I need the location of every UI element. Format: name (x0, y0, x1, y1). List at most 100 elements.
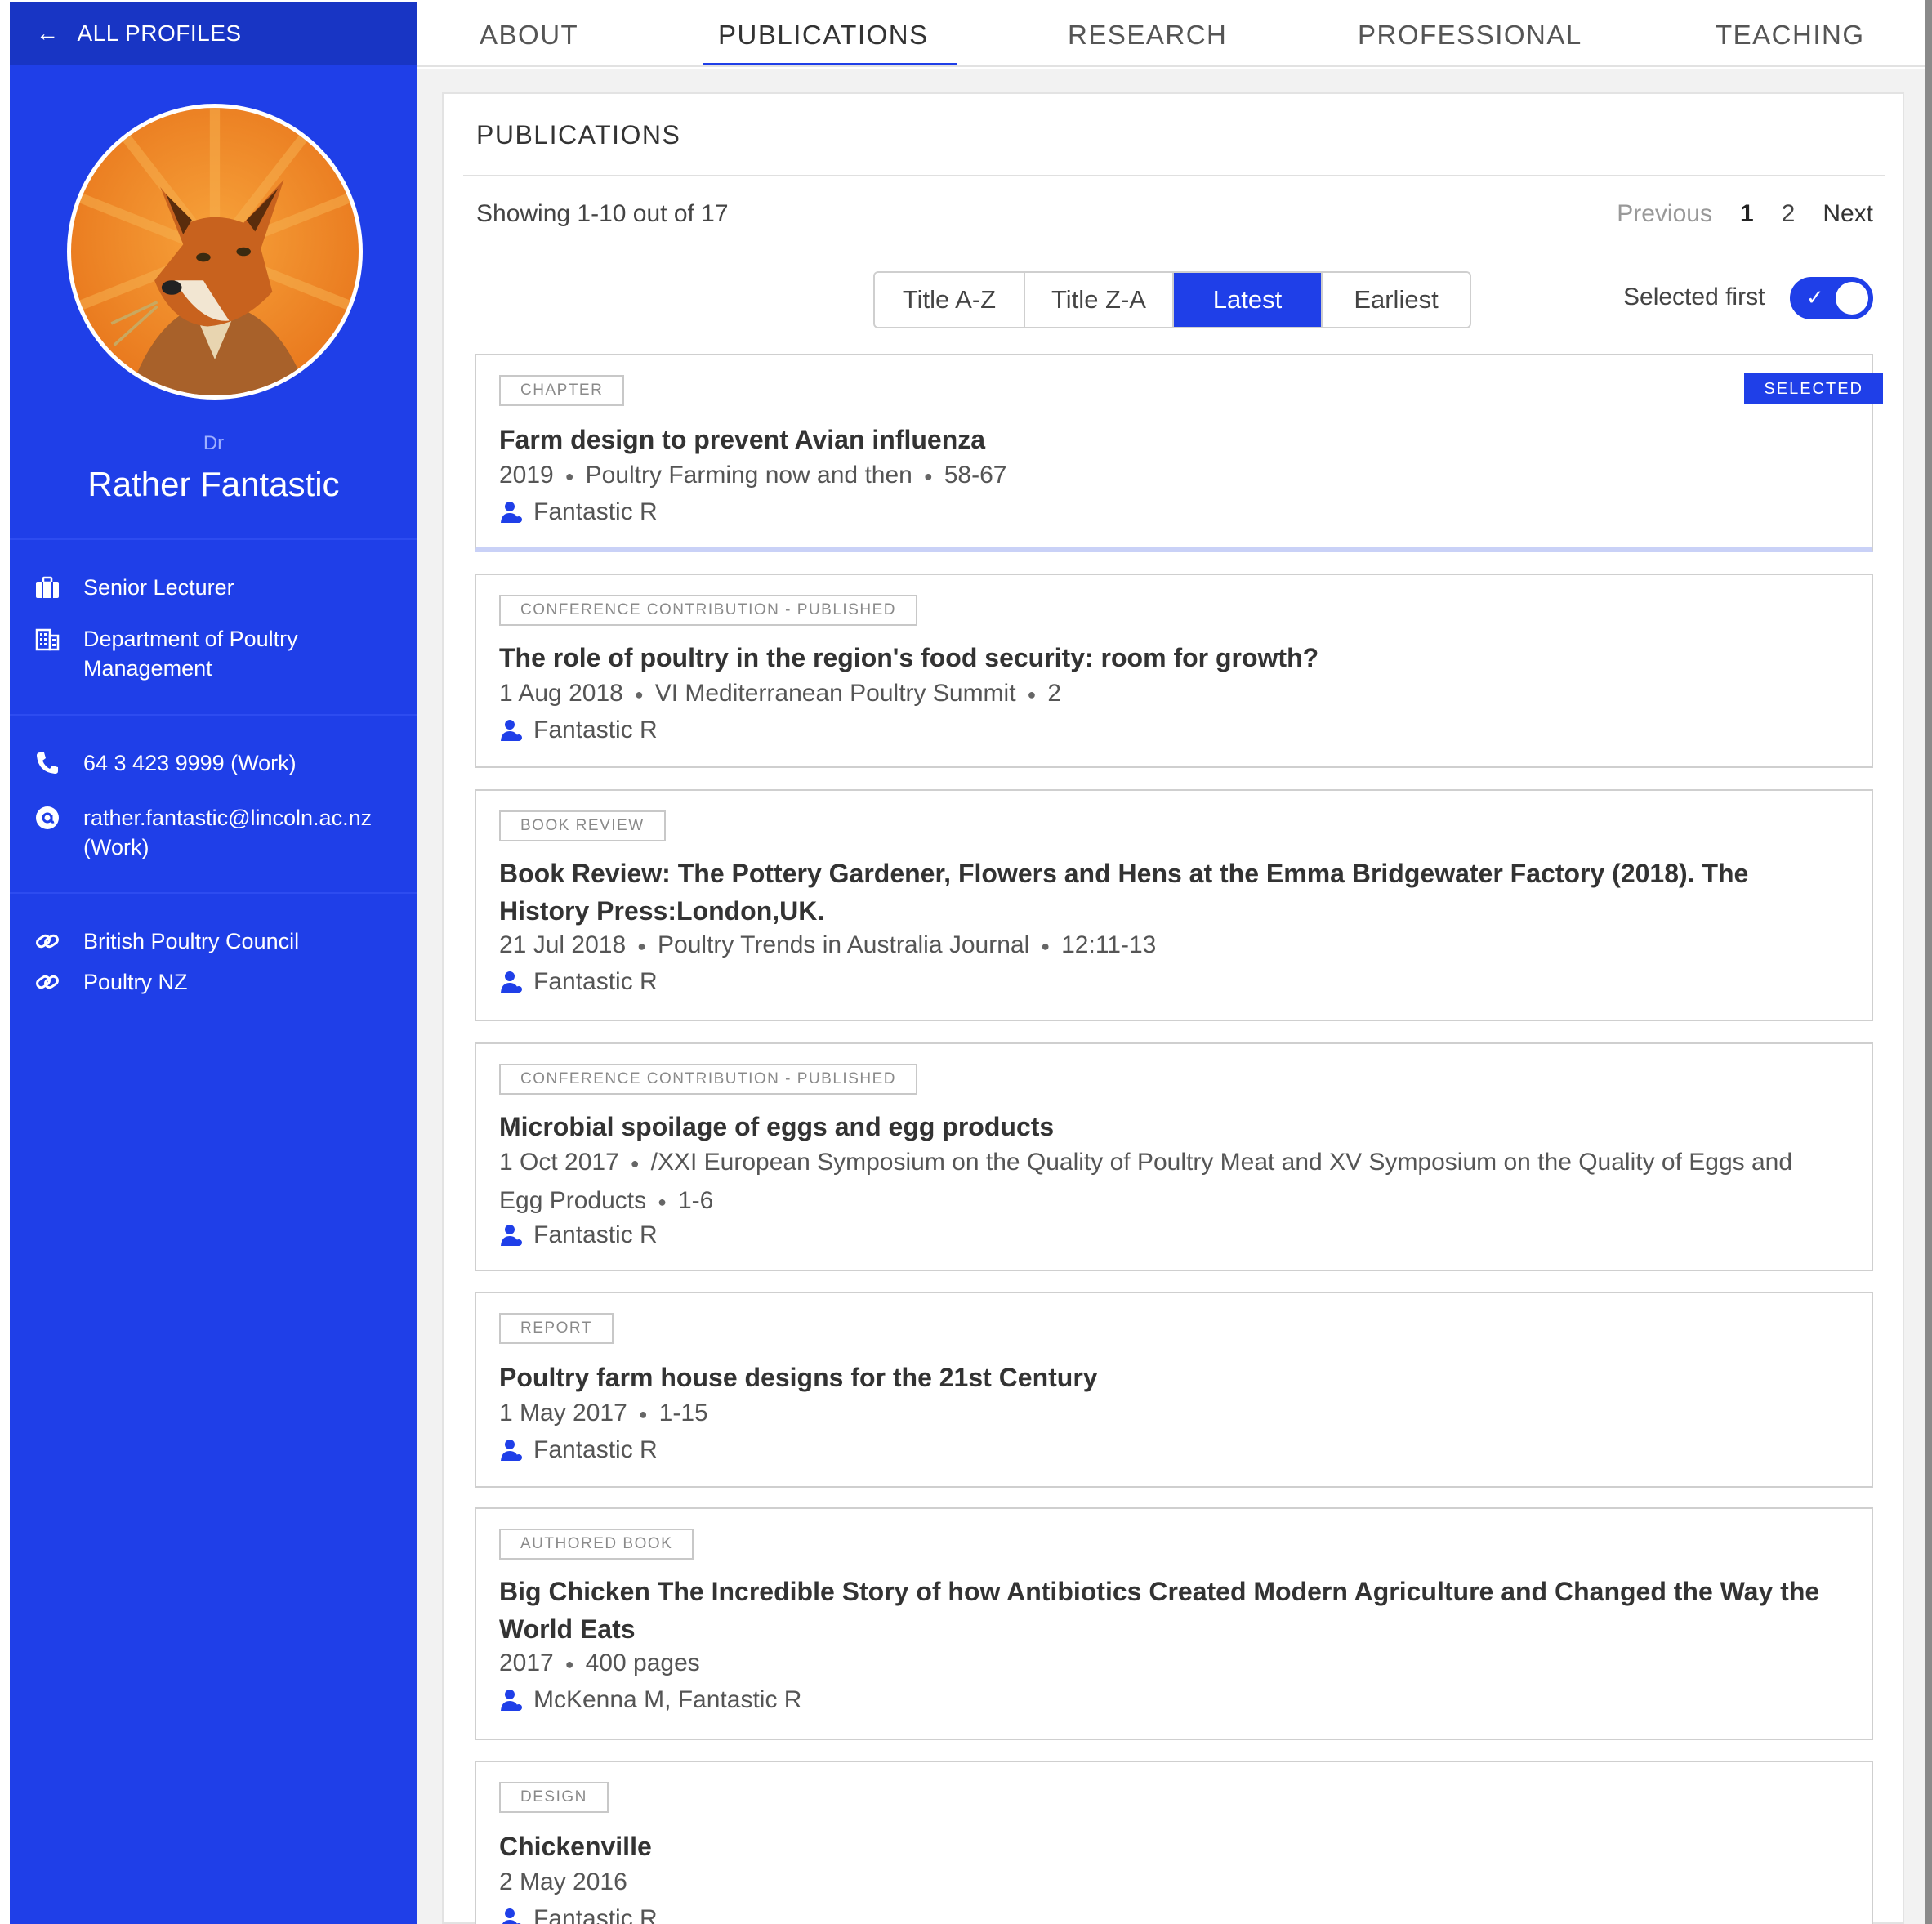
affiliation-label: British Poultry Council (83, 929, 300, 953)
tab-publications[interactable]: PUBLICATIONS (718, 20, 929, 51)
publication-meta: 1 Oct 2017 ●/XXI European Symposium on th… (499, 1144, 1823, 1221)
person-icon (501, 502, 522, 523)
publication-venue: VI Mediterranean Poultry Summit (654, 680, 1016, 707)
publication-card[interactable]: CHAPTER SELECTED Farm design to prevent … (475, 354, 1883, 552)
publication-authors: Fantastic R (499, 1434, 658, 1466)
publication-venue: Poultry Farming now and then (585, 462, 912, 489)
affiliation-link[interactable]: Poultry NZ (34, 967, 410, 997)
publication-authors: Fantastic R (499, 1903, 658, 1924)
affiliation-link[interactable]: British Poultry Council (34, 926, 410, 956)
publication-meta: 21 Jul 2018 ● Poultry Trends in Australia … (499, 926, 1823, 965)
bullet-separator: ● (658, 1194, 667, 1211)
publication-authors: Fantastic R (499, 966, 658, 998)
tab-research[interactable]: RESEARCH (1068, 20, 1227, 51)
publication-date: 1 Oct 2017 (499, 1149, 619, 1176)
publication-title[interactable]: Chickenville (499, 1828, 1839, 1865)
sidebar-divider (10, 892, 417, 894)
publication-card[interactable]: REPORT Poultry farm house designs for th… (475, 1292, 1873, 1488)
phone-icon (34, 748, 83, 778)
publication-type-badge: AUTHORED BOOK (499, 1529, 694, 1560)
bullet-separator: ● (638, 1406, 648, 1423)
email-item[interactable]: rather.fantastic@lincoln.ac.nz (Work) (34, 803, 410, 862)
profile-name: Rather Fantastic (87, 465, 340, 503)
section-divider (463, 175, 1885, 176)
authors-label: Fantastic R (533, 716, 658, 743)
publication-title[interactable]: Book Review: The Pottery Gardener, Flowe… (499, 855, 1839, 930)
bullet-separator: ● (1041, 938, 1051, 955)
person-icon (502, 1908, 521, 1924)
person-icon (501, 971, 522, 993)
all-profiles-link[interactable]: ← ALL PROFILES (10, 2, 417, 65)
publication-card[interactable]: DESIGN Chickenville 2 May 2016 Fantastic… (475, 1761, 1873, 1924)
publication-meta: 2019 ● Poultry Farming now and then ● 58-67 (499, 457, 1823, 495)
publication-date: 1 May 2017 (499, 1399, 627, 1426)
authors-label: Fantastic R (533, 1905, 658, 1924)
sort-latest-button[interactable]: Latest (1172, 273, 1321, 327)
publication-authors: McKenna M, Fantastic R (499, 1684, 801, 1716)
publication-date: 2 May 2016 (499, 1868, 627, 1895)
arrow-left-icon: ← (36, 20, 60, 46)
briefcase-icon (34, 573, 83, 602)
bullet-separator: ● (637, 938, 647, 955)
authors-label: Fantastic R (533, 1221, 658, 1248)
bullet-separator: ● (564, 1656, 574, 1673)
pagination: Previous 1 2 Next (1589, 200, 1873, 228)
page-2-button[interactable]: 2 (1782, 200, 1796, 228)
publication-authors: Fantastic R (499, 1219, 658, 1252)
link-icon (34, 926, 83, 956)
sidebar-divider (10, 538, 417, 540)
publication-card[interactable]: CONFERENCE CONTRIBUTION - PUBLISHED Micr… (475, 1042, 1873, 1271)
selected-first-toggle[interactable]: ✓ (1790, 277, 1873, 319)
person-icon (501, 1225, 522, 1246)
authors-label: McKenna M, Fantastic R (533, 1686, 802, 1713)
publication-meta: 1 Aug 2018 ● VI Mediterranean Poultry Summ… (499, 675, 1823, 713)
all-profiles-label: ALL PROFILES (77, 20, 242, 46)
check-icon: ✓ (1806, 285, 1824, 310)
sort-options: Title A-Z Title Z-A Latest Earliest (873, 271, 1471, 328)
sort-title-az-button[interactable]: Title A-Z (875, 273, 1024, 327)
publication-type-badge: CONFERENCE CONTRIBUTION - PUBLISHED (499, 595, 917, 626)
toggle-knob (1836, 282, 1868, 315)
publication-meta: 2 May 2016 (499, 1864, 1823, 1901)
phone-item[interactable]: 64 3 423 9999 (Work) (34, 748, 410, 778)
previous-page-button[interactable]: Previous (1617, 200, 1712, 228)
publication-title[interactable]: Big Chicken The Incredible Story of how … (499, 1573, 1839, 1648)
publication-type-badge: BOOK REVIEW (499, 810, 666, 841)
publication-title[interactable]: Microbial spoilage of eggs and egg produ… (499, 1108, 1839, 1145)
publication-meta: 2017 ● 400 pages (499, 1645, 1823, 1683)
publication-meta: 1 May 2017 ● 1-15 (499, 1395, 1823, 1433)
page-1-button[interactable]: 1 (1740, 200, 1754, 228)
phone-label: 64 3 423 9999 (Work) (83, 751, 297, 775)
tab-about[interactable]: ABOUT (480, 20, 578, 51)
authors-label: Fantastic R (533, 498, 658, 525)
person-icon (501, 1690, 522, 1711)
person-icon (501, 1440, 522, 1461)
affiliation-label: Poultry NZ (83, 970, 188, 994)
publication-card[interactable]: AUTHORED BOOK Big Chicken The Incredible… (475, 1507, 1873, 1740)
next-page-button[interactable]: Next (1823, 200, 1873, 228)
position-label: Senior Lecturer (83, 575, 234, 600)
publication-card[interactable]: CONFERENCE CONTRIBUTION - PUBLISHED The … (475, 574, 1873, 768)
bullet-separator: ● (564, 468, 574, 485)
publication-pages: 2 (1047, 680, 1062, 707)
publication-type-badge: DESIGN (499, 1782, 609, 1813)
sort-title-za-button[interactable]: Title Z-A (1024, 273, 1172, 327)
publication-venue: Poultry Trends in Australia Journal (658, 931, 1030, 958)
publication-title[interactable]: Farm design to prevent Avian influenza (499, 421, 1839, 458)
publication-title[interactable]: The role of poultry in the region's food… (499, 639, 1839, 676)
active-tab-indicator (703, 63, 957, 65)
bullet-separator: ● (630, 1155, 640, 1172)
link-icon (34, 967, 83, 997)
publication-authors: Fantastic R (499, 496, 658, 529)
honorific: Dr (203, 432, 225, 454)
department-item: Department of Poultry Management (34, 624, 410, 683)
publication-card[interactable]: BOOK REVIEW Book Review: The Pottery Gar… (475, 789, 1873, 1021)
email-label: rather.fantastic@lincoln.ac.nz (Work) (83, 806, 373, 859)
publication-title[interactable]: Poultry farm house designs for the 21st … (499, 1359, 1839, 1396)
tab-professional[interactable]: PROFESSIONAL (1358, 20, 1582, 51)
scrollbar-track[interactable] (1925, 0, 1932, 1924)
publication-pages: 58-67 (944, 462, 1007, 489)
publication-type-badge: CONFERENCE CONTRIBUTION - PUBLISHED (499, 1064, 917, 1095)
tab-teaching[interactable]: TEACHING (1716, 20, 1865, 51)
sort-earliest-button[interactable]: Earliest (1321, 273, 1470, 327)
